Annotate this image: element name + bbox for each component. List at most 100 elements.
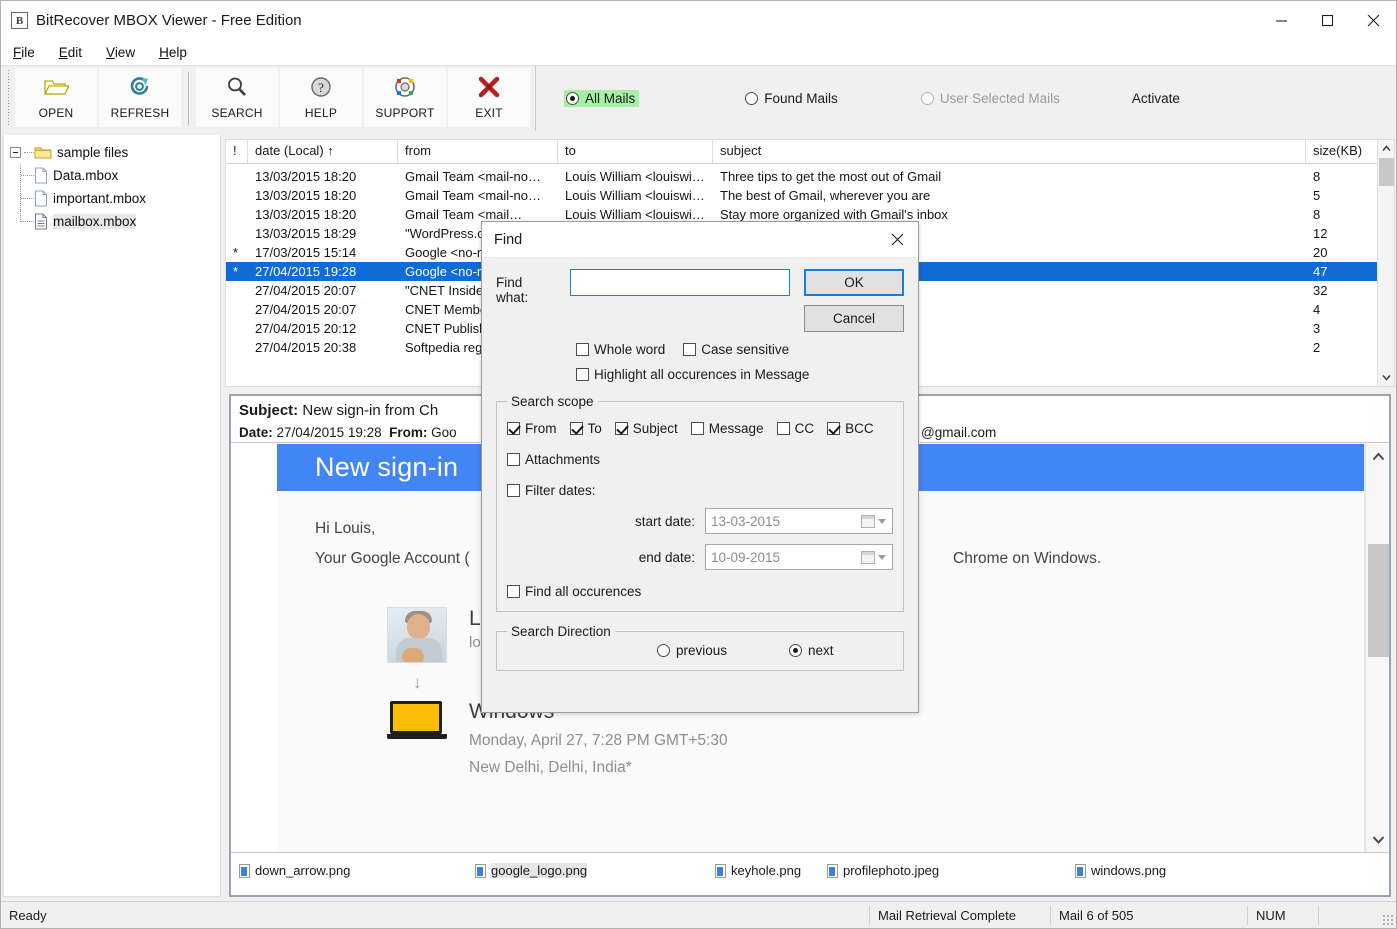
tree-item-label: mailbox.mbox (53, 214, 137, 229)
image-file-icon (475, 863, 486, 878)
chevron-down-icon[interactable] (878, 518, 886, 524)
row-size: 47 (1313, 264, 1328, 279)
attachments-checkbox[interactable]: Attachments (507, 452, 893, 467)
scroll-up-icon[interactable] (1378, 140, 1394, 157)
close-icon[interactable] (876, 222, 918, 257)
exit-button[interactable]: EXIT (448, 68, 530, 127)
svg-text:?: ? (318, 80, 324, 95)
attachment-item[interactable]: keyhole.png (715, 863, 801, 878)
scope-subject-checkbox[interactable]: Subject (614, 421, 678, 436)
minimize-icon[interactable] (1258, 1, 1304, 40)
open-button[interactable]: OPEN (15, 68, 97, 127)
tree-item-important-mbox[interactable]: important.mbox (10, 187, 220, 210)
direction-previous-radio[interactable]: previous (657, 643, 727, 658)
column-header-from[interactable]: from (398, 140, 558, 163)
checkbox-icon (576, 343, 589, 356)
scope-from-checkbox[interactable]: From (507, 421, 557, 436)
column-header-subject[interactable]: subject (713, 140, 1306, 163)
help-button[interactable]: ? HELP (280, 68, 362, 127)
collapse-toggle-icon[interactable] (10, 147, 21, 158)
table-row[interactable]: 13/03/2015 18:20 Gmail Team <mail-no… Lo… (226, 167, 1394, 186)
row-date: 27/04/2015 19:28 (255, 264, 357, 279)
mail-list-scrollbar[interactable] (1377, 140, 1394, 386)
column-header-to[interactable]: to (558, 140, 713, 163)
find-what-row: Find what: OK Cancel (496, 269, 904, 332)
status-bar: Ready Mail Retrieval Complete Mail 6 of … (1, 901, 1396, 928)
checkbox-icon (776, 422, 790, 435)
whole-word-label: Whole word (594, 342, 666, 357)
find-all-checkbox[interactable]: Find all occurences (507, 584, 893, 599)
attachment-item[interactable]: down_arrow.png (239, 863, 350, 878)
image-file-icon (1075, 863, 1086, 878)
case-sensitive-checkbox[interactable]: Case sensitive (683, 342, 789, 357)
start-date-field[interactable]: 13-03-2015 (705, 508, 893, 534)
column-header-size[interactable]: size(KB) (1306, 140, 1372, 163)
scope-bcc-checkbox[interactable]: BCC (827, 421, 874, 436)
row-to: Louis William <louiswi… (565, 207, 705, 222)
menu-file[interactable]: FFileile (11, 43, 47, 62)
folder-open-icon (43, 76, 71, 103)
ok-button[interactable]: OK (804, 269, 904, 296)
tree-item-mailbox-mbox[interactable]: mailbox.mbox (10, 210, 220, 233)
attachment-item-selected[interactable]: google_logo.png (475, 863, 588, 878)
find-options-row-1: Whole word Case sensitive (496, 342, 904, 357)
device-place: New Delhi, Delhi, India* (469, 759, 632, 776)
menu-help[interactable]: Help (157, 43, 199, 62)
row-from: Gmail Team <mail-no… (405, 188, 541, 203)
direction-next-radio[interactable]: next (789, 643, 834, 658)
column-header-date[interactable]: date (Local) ↑ (248, 140, 398, 163)
menu-view[interactable]: View (104, 43, 147, 62)
toolbar-grip[interactable] (5, 70, 12, 127)
row-date: 17/03/2015 15:14 (255, 245, 357, 260)
support-button[interactable]: SUPPORT (364, 68, 446, 127)
scope-message-checkbox[interactable]: Message (690, 421, 764, 436)
attachment-item[interactable]: windows.png (1075, 863, 1166, 878)
filter-found-mails[interactable]: Found Mails (745, 91, 838, 106)
scroll-thumb[interactable] (1379, 158, 1394, 186)
scroll-up-icon[interactable] (1366, 448, 1389, 465)
preview-scrollbar[interactable] (1365, 444, 1389, 852)
window-title: BitRecover MBOX Viewer - Free Edition (36, 12, 302, 29)
row-flag: * (233, 245, 239, 260)
checkbox-checked-icon (827, 422, 841, 435)
close-icon[interactable] (1350, 1, 1396, 40)
refresh-button[interactable]: REFRESH (99, 68, 181, 127)
application-window: B BitRecover MBOX Viewer - Free Edition … (0, 0, 1397, 929)
resize-grip[interactable] (1382, 914, 1393, 925)
toolbar-separator (188, 72, 189, 125)
direction-previous-label: previous (676, 643, 728, 658)
whole-word-checkbox[interactable]: Whole word (576, 342, 665, 357)
device-time: Monday, April 27, 7:28 PM GMT+5:30 (469, 732, 728, 749)
scope-to-checkbox[interactable]: To (569, 421, 602, 436)
column-header-flag[interactable]: ! (226, 140, 248, 163)
tree-node-label: sample files (57, 145, 129, 160)
tree-connector (24, 152, 34, 153)
activate-link[interactable]: Activate (1132, 91, 1180, 106)
search-scope-legend: Search scope (511, 394, 594, 409)
find-dialog-body: Find what: OK Cancel Whole word Case sen… (482, 257, 918, 671)
menu-edit[interactable]: Edit (57, 43, 94, 62)
scroll-down-icon[interactable] (1366, 831, 1389, 848)
scroll-thumb[interactable] (1368, 544, 1389, 657)
end-date-field[interactable]: 10-09-2015 (705, 544, 893, 570)
tree-item-data-mbox[interactable]: Data.mbox (10, 164, 220, 187)
dialog-buttons: OK Cancel (804, 269, 904, 332)
search-button[interactable]: SEARCH (196, 68, 278, 127)
scope-cc-checkbox[interactable]: CC (776, 421, 814, 436)
maximize-icon[interactable] (1304, 1, 1350, 40)
filter-dates-checkbox[interactable]: Filter dates: (507, 483, 893, 498)
filter-all-mails[interactable]: All Mails (564, 90, 640, 107)
open-button-label: OPEN (38, 105, 74, 120)
cancel-button[interactable]: Cancel (804, 305, 904, 332)
chevron-down-icon[interactable] (878, 554, 886, 560)
row-subject: Three tips to get the most out of Gmail (720, 169, 942, 184)
scope-message-label: Message (708, 421, 764, 436)
scroll-down-icon[interactable] (1378, 369, 1394, 386)
mail-filter-group: All Mails Found Mails User Selected Mail… (535, 66, 1396, 131)
find-what-input[interactable] (570, 269, 790, 296)
tree-node-sample-files[interactable]: sample files (10, 141, 220, 164)
status-num-lock: NUM (1256, 907, 1286, 923)
attachment-item[interactable]: profilephoto.jpeg (827, 863, 939, 878)
highlight-all-checkbox[interactable]: Highlight all occurences in Message (576, 367, 809, 382)
table-row[interactable]: 13/03/2015 18:20 Gmail Team <mail-no… Lo… (226, 186, 1394, 205)
